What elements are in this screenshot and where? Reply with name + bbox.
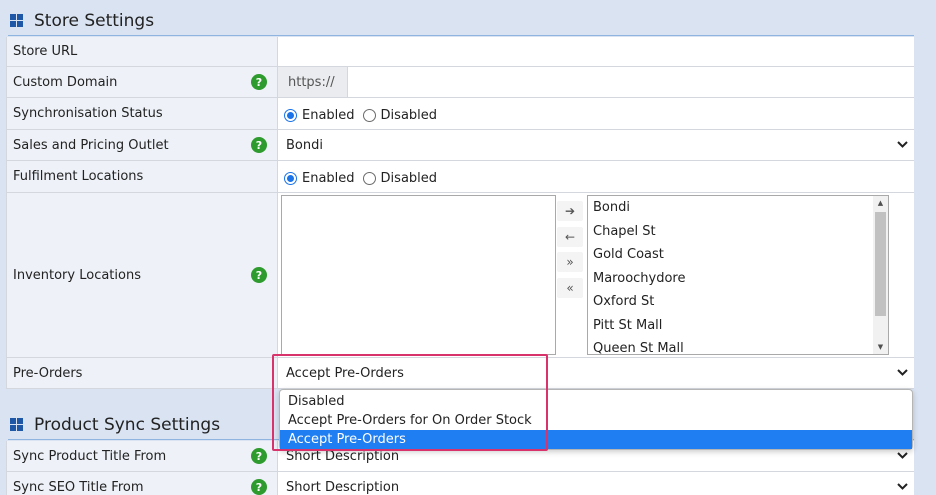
store-settings-header: Store Settings — [8, 6, 914, 36]
list-item[interactable]: Queen St Mall — [588, 337, 888, 354]
row-sync-seo: Sync SEO Title From ? Short Description — [6, 472, 914, 495]
dropdown-option-accept[interactable]: Accept Pre-Orders — [280, 430, 912, 449]
help-icon[interactable]: ? — [251, 479, 267, 495]
help-icon[interactable]: ? — [251, 74, 267, 90]
available-locations-list[interactable]: Bondi Chapel St Gold Coast Maroochydore … — [587, 195, 889, 355]
selected-locations-list[interactable] — [281, 195, 556, 355]
list-item[interactable]: Oxford St — [588, 290, 888, 314]
pre-orders-dropdown-menu: Disabled Accept Pre-Orders for On Order … — [279, 389, 913, 450]
row-label: Synchronisation Status — [6, 98, 278, 129]
chevron-down-icon — [897, 481, 908, 492]
list-scrollbar[interactable]: ▲ ▼ — [873, 196, 888, 354]
move-all-left-icon[interactable]: « — [557, 278, 583, 298]
sync-seo-select[interactable]: Short Description — [278, 472, 914, 495]
chevron-down-icon — [897, 450, 908, 461]
row-custom-domain: Custom Domain ? https:// — [6, 67, 914, 98]
scroll-thumb[interactable] — [875, 212, 886, 316]
help-icon[interactable]: ? — [251, 267, 267, 283]
dropdown-option-on-order[interactable]: Accept Pre-Orders for On Order Stock — [280, 411, 912, 430]
chevron-down-icon — [897, 139, 908, 150]
list-item[interactable]: Gold Coast — [588, 243, 888, 267]
move-all-right-icon[interactable]: » — [557, 252, 583, 272]
list-item[interactable]: Chapel St — [588, 220, 888, 244]
custom-domain-input[interactable] — [348, 67, 914, 97]
section-title: Product Sync Settings — [34, 414, 221, 435]
section-title: Store Settings — [34, 10, 155, 31]
url-prefix: https:// — [278, 67, 348, 97]
row-label: Fulfilment Locations — [6, 161, 278, 192]
row-label: Inventory Locations ? — [6, 193, 278, 357]
sync-disabled-radio[interactable] — [362, 108, 376, 122]
row-label: Custom Domain ? — [6, 67, 278, 97]
grid-icon — [10, 418, 23, 431]
move-right-icon[interactable]: ➔ — [557, 201, 583, 221]
row-label: Sync Product Title From ? — [6, 441, 278, 471]
chevron-down-icon — [897, 367, 908, 378]
fulfilment-radios: Enabled Disabled — [278, 161, 914, 192]
sales-outlet-select[interactable]: Bondi — [278, 130, 914, 160]
help-icon[interactable]: ? — [251, 448, 267, 464]
row-label: Sales and Pricing Outlet ? — [6, 130, 278, 160]
pre-orders-select[interactable]: Accept Pre-Orders — [278, 358, 914, 388]
sync-status-radios: Enabled Disabled — [278, 98, 914, 129]
row-label: Sync SEO Title From ? — [6, 472, 278, 495]
row-pre-orders: Pre-Orders Accept Pre-Orders — [6, 358, 914, 389]
row-label: Pre-Orders — [6, 358, 278, 388]
custom-domain-field: https:// — [278, 67, 914, 97]
sync-enabled-radio[interactable] — [284, 108, 297, 122]
list-item[interactable]: Maroochydore — [588, 267, 888, 291]
list-item[interactable]: Pitt St Mall — [588, 314, 888, 338]
row-fulfilment: Fulfilment Locations Enabled Disabled — [6, 161, 914, 193]
help-icon[interactable]: ? — [251, 137, 267, 153]
scroll-up-icon[interactable]: ▲ — [873, 196, 888, 210]
grid-icon — [10, 14, 23, 27]
dropdown-option-disabled[interactable]: Disabled — [280, 392, 912, 411]
move-left-icon[interactable]: ← — [557, 227, 583, 247]
list-item[interactable]: Bondi — [588, 196, 888, 220]
scroll-down-icon[interactable]: ▼ — [873, 340, 888, 354]
fulfilment-disabled-radio[interactable] — [362, 171, 376, 185]
row-store-url: Store URL — [6, 37, 914, 67]
row-sales-outlet: Sales and Pricing Outlet ? Bondi — [6, 130, 914, 161]
row-sync-status: Synchronisation Status Enabled Disabled — [6, 98, 914, 130]
row-label: Store URL — [6, 37, 278, 66]
store-url-input[interactable] — [278, 37, 914, 66]
fulfilment-enabled-radio[interactable] — [284, 171, 297, 185]
